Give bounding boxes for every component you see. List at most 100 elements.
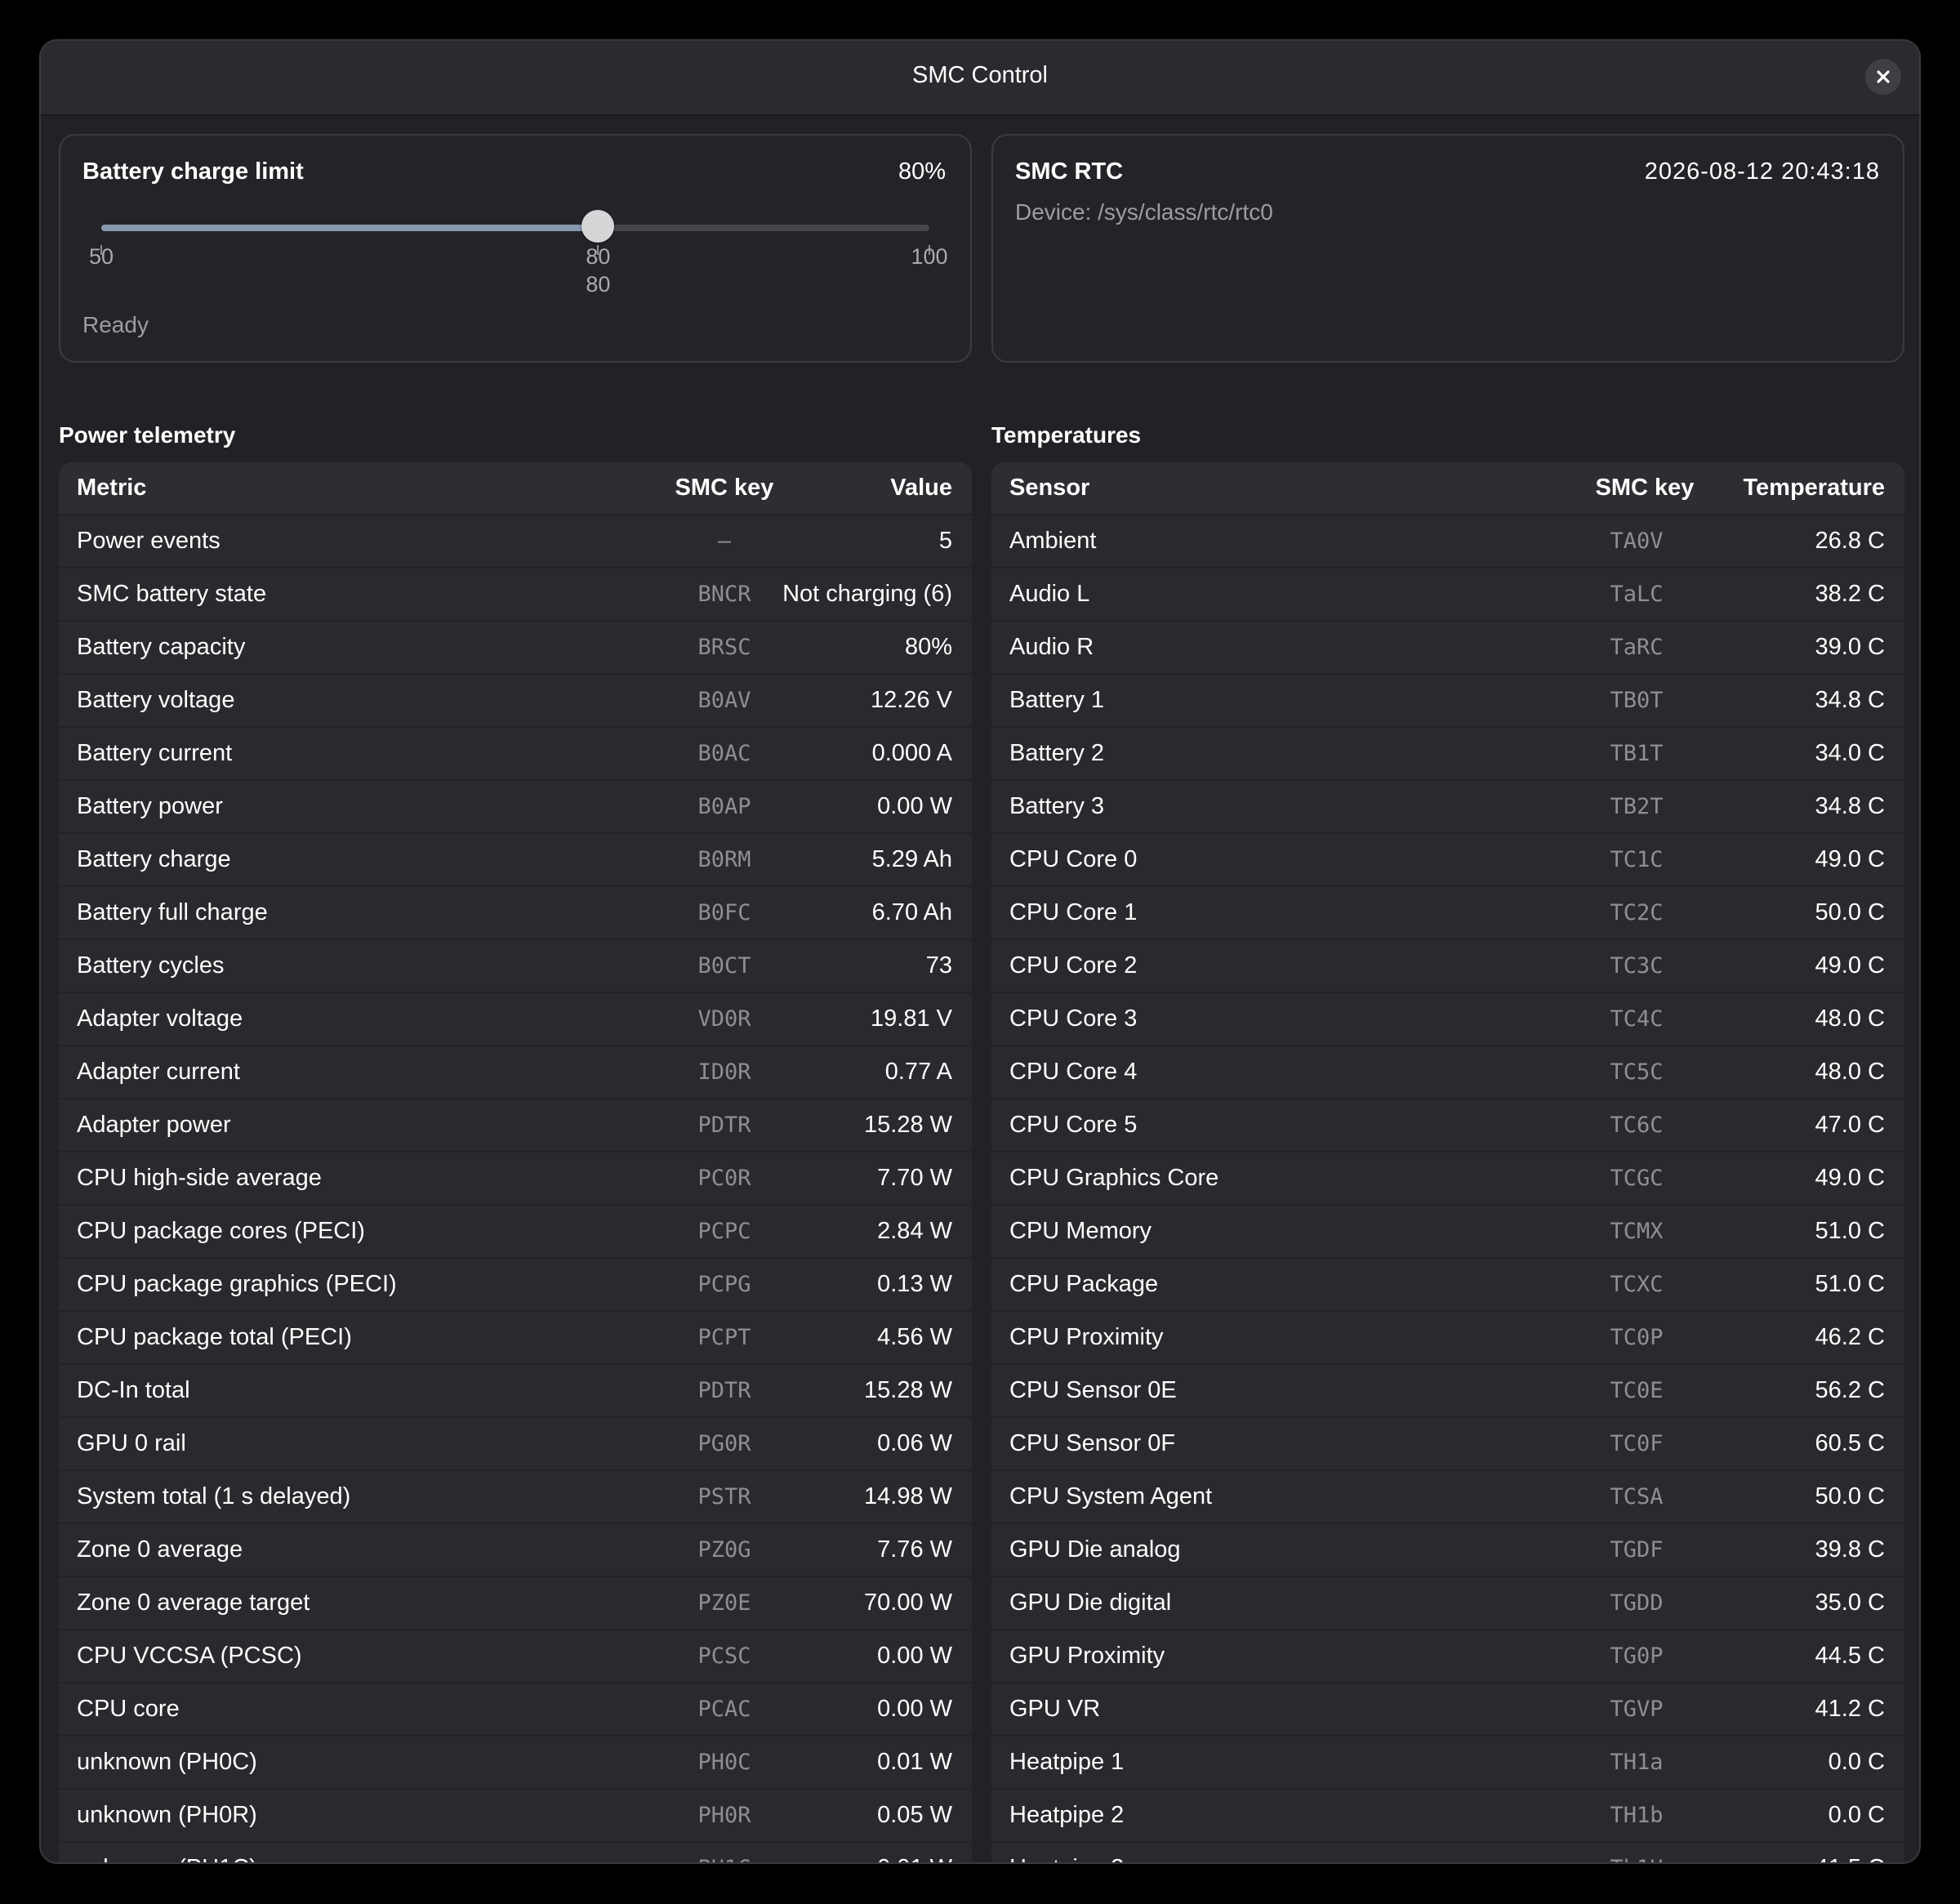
row-smc-key: B0AV	[697, 688, 751, 713]
table-row[interactable]: CPU high-side average PC0R 7.70 W	[59, 1153, 972, 1206]
table-row[interactable]: CPU Memory TCMX 51.0 C	[991, 1206, 1904, 1259]
table-row[interactable]: Power events – 5	[59, 515, 972, 569]
row-label: Battery capacity	[77, 634, 246, 660]
table-row[interactable]: Battery 3 TB2T 34.8 C	[991, 781, 1904, 834]
table-row[interactable]: Battery power B0AP 0.00 W	[59, 781, 972, 834]
table-row[interactable]: CPU package cores (PECI) PCPC 2.84 W	[59, 1206, 972, 1259]
row-label: CPU VCCSA (PCSC)	[77, 1643, 302, 1669]
table-row[interactable]: Battery full charge B0FC 6.70 Ah	[59, 887, 972, 940]
close-icon	[1877, 70, 1890, 83]
column-header-smc-key[interactable]: SMC key	[659, 462, 790, 514]
table-row[interactable]: GPU Die digital TGDD 35.0 C	[991, 1577, 1904, 1630]
table-row[interactable]: Battery 2 TB1T 34.0 C	[991, 728, 1904, 781]
row-label: CPU Core 1	[1009, 899, 1138, 925]
column-header-value[interactable]: Value	[890, 462, 952, 514]
row-value: 39.8 C	[1815, 1536, 1885, 1563]
table-row[interactable]: CPU Graphics Core TCGC 49.0 C	[991, 1153, 1904, 1206]
row-smc-key: TC6C	[1610, 1113, 1664, 1138]
table-row[interactable]: unknown (PH1C) PH1C 0.01 W	[59, 1843, 972, 1862]
table-row[interactable]: CPU System Agent TCSA 50.0 C	[991, 1471, 1904, 1524]
row-label: Battery 2	[1009, 740, 1105, 766]
row-label: Heatpipe 2	[1009, 1843, 1124, 1862]
rtc-device-path: Device: /sys/class/rtc/rtc0	[1015, 199, 1273, 225]
table-row[interactable]: GPU 0 rail PG0R 0.06 W	[59, 1418, 972, 1471]
table-row[interactable]: Battery capacity BRSC 80%	[59, 622, 972, 675]
table-row[interactable]: Adapter current ID0R 0.77 A	[59, 1046, 972, 1099]
table-row[interactable]: Battery cycles B0CT 73	[59, 940, 972, 993]
table-row[interactable]: GPU Proximity TG0P 44.5 C	[991, 1630, 1904, 1683]
table-row[interactable]: Audio L TaLC 38.2 C	[991, 569, 1904, 622]
table-row[interactable]: GPU Die analog TGDF 39.8 C	[991, 1524, 1904, 1577]
row-smc-key: TCXC	[1610, 1272, 1664, 1297]
row-value: 73	[925, 952, 952, 979]
row-label: CPU package total (PECI)	[77, 1324, 352, 1350]
column-header-smc-key[interactable]: SMC key	[1563, 462, 1726, 514]
temperatures-table[interactable]: Sensor SMC key Temperature Ambient TA0V 26…	[991, 462, 1904, 1862]
table-row[interactable]: CPU VCCSA (PCSC) PCSC 0.00 W	[59, 1630, 972, 1683]
row-smc-key: TH1b	[1610, 1803, 1664, 1828]
table-row[interactable]: Battery voltage B0AV 12.26 V	[59, 675, 972, 728]
table-row[interactable]: CPU Core 0 TC1C 49.0 C	[991, 834, 1904, 887]
row-label: CPU Core 2	[1009, 952, 1138, 979]
row-value: 44.5 C	[1815, 1643, 1885, 1669]
row-label: CPU core	[77, 1696, 180, 1722]
table-row[interactable]: Battery charge B0RM 5.29 Ah	[59, 834, 972, 887]
row-smc-key: PH0R	[697, 1803, 751, 1828]
table-row[interactable]: Zone 0 average PZ0G 7.76 W	[59, 1524, 972, 1577]
row-smc-key: TGDD	[1610, 1590, 1664, 1616]
table-row[interactable]: Adapter power PDTR 15.28 W	[59, 1099, 972, 1153]
table-row[interactable]: Audio R TaRC 39.0 C	[991, 622, 1904, 675]
table-row[interactable]: CPU Sensor 0F TC0F 60.5 C	[991, 1418, 1904, 1471]
row-value: 15.28 W	[864, 1377, 952, 1403]
row-label: GPU Die digital	[1009, 1590, 1172, 1616]
table-row[interactable]: Heatpipe 2 Th1H 41.5 C	[991, 1843, 1904, 1862]
table-row[interactable]: Heatpipe 2 TH1b 0.0 C	[991, 1790, 1904, 1843]
row-value: 34.8 C	[1815, 793, 1885, 819]
slider-thumb[interactable]	[581, 210, 615, 243]
row-smc-key: PCSC	[697, 1643, 751, 1669]
power-telemetry-table[interactable]: Metric SMC key Value Power events – 5 SMC b…	[59, 462, 972, 1862]
row-value: 46.2 C	[1815, 1324, 1885, 1350]
row-smc-key: PCAC	[697, 1697, 751, 1722]
table-row[interactable]: CPU Core 3 TC4C 48.0 C	[991, 993, 1904, 1046]
table-row[interactable]: unknown (PH0R) PH0R 0.05 W	[59, 1790, 972, 1843]
row-smc-key: TCGC	[1610, 1166, 1664, 1191]
row-value: 14.98 W	[864, 1483, 952, 1509]
table-row[interactable]: CPU Core 4 TC5C 48.0 C	[991, 1046, 1904, 1099]
table-row[interactable]: Battery 1 TB0T 34.8 C	[991, 675, 1904, 728]
column-header-temperature[interactable]: Temperature	[1743, 462, 1885, 514]
column-header-metric[interactable]: Metric	[77, 462, 146, 514]
table-row[interactable]: CPU Package TCXC 51.0 C	[991, 1259, 1904, 1312]
column-header-sensor[interactable]: Sensor	[1009, 462, 1089, 514]
row-label: GPU Proximity	[1009, 1643, 1165, 1669]
table-row[interactable]: CPU Core 2 TC3C 49.0 C	[991, 940, 1904, 993]
table-row[interactable]: CPU Proximity TC0P 46.2 C	[991, 1312, 1904, 1365]
rtc-datetime: 2026-08-12 20:43:18	[1644, 158, 1880, 185]
row-smc-key: TH1a	[1610, 1750, 1664, 1775]
table-row[interactable]: Ambient TA0V 26.8 C	[991, 515, 1904, 569]
row-label: Ambient	[1009, 528, 1097, 554]
table-row[interactable]: GPU VR TGVP 41.2 C	[991, 1683, 1904, 1737]
row-value: 60.5 C	[1815, 1430, 1885, 1456]
table-row[interactable]: Heatpipe 1 TH1a 0.0 C	[991, 1737, 1904, 1790]
row-label: Zone 0 average	[77, 1536, 243, 1563]
table-row[interactable]: Battery current B0AC 0.000 A	[59, 728, 972, 781]
table-row[interactable]: CPU Sensor 0E TC0E 56.2 C	[991, 1365, 1904, 1418]
table-row[interactable]: CPU Core 1 TC2C 50.0 C	[991, 887, 1904, 940]
table-row[interactable]: CPU package graphics (PECI) PCPG 0.13 W	[59, 1259, 972, 1312]
table-row[interactable]: Zone 0 average target PZ0E 70.00 W	[59, 1577, 972, 1630]
table-row[interactable]: Adapter voltage VD0R 19.81 V	[59, 993, 972, 1046]
table-row[interactable]: unknown (PH0C) PH0C 0.01 W	[59, 1737, 972, 1790]
row-smc-key: PH0C	[697, 1750, 751, 1775]
table-row[interactable]: SMC battery state BNCR Not charging (6)	[59, 569, 972, 622]
table-row[interactable]: CPU Core 5 TC6C 47.0 C	[991, 1099, 1904, 1153]
table-row[interactable]: System total (1 s delayed) PSTR 14.98 W	[59, 1471, 972, 1524]
row-value: 56.2 C	[1815, 1377, 1885, 1403]
table-row[interactable]: CPU package total (PECI) PCPT 4.56 W	[59, 1312, 972, 1365]
charge-limit-slider[interactable]	[100, 209, 930, 255]
row-smc-key: PZ0G	[697, 1537, 751, 1563]
table-row[interactable]: CPU core PCAC 0.00 W	[59, 1683, 972, 1737]
table-row[interactable]: DC-In total PDTR 15.28 W	[59, 1365, 972, 1418]
close-button[interactable]	[1865, 59, 1901, 95]
row-label: CPU Package	[1009, 1271, 1159, 1297]
